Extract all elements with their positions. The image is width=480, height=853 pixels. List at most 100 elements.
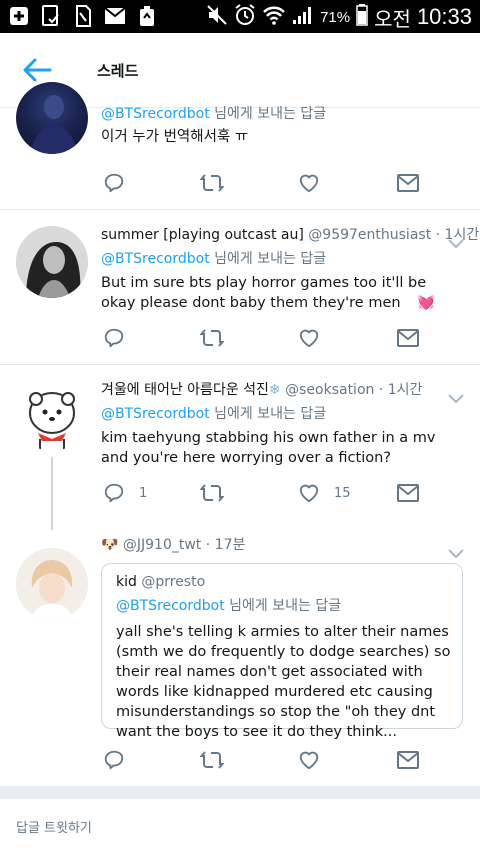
reply-mention[interactable]: @BTSrecordbot <box>101 106 210 122</box>
chevron-down-icon[interactable] <box>448 544 464 559</box>
reply-label: 님에게 보내는 답글 <box>209 251 327 267</box>
chevron-down-icon[interactable] <box>448 389 464 404</box>
like-button[interactable]: 15 <box>298 482 351 504</box>
mail-icon <box>397 174 419 192</box>
retweet-icon <box>200 174 224 192</box>
back-arrow-icon[interactable] <box>22 57 52 83</box>
tweet-item[interactable]: 겨울에 태어난 아름다운 석진❄ @seoksation · 1시간 @BTSr… <box>0 365 480 530</box>
reply-count: 1 <box>139 485 148 501</box>
display-name[interactable]: 겨울에 태어난 아름다운 석진 <box>101 382 269 398</box>
retweet-button[interactable] <box>200 749 224 771</box>
username[interactable]: @seoksation <box>285 382 374 398</box>
quote-reply-to-line: @BTSrecordbot 님에게 보내는 답글 <box>116 597 341 615</box>
section-divider <box>0 786 480 799</box>
retweet-button[interactable] <box>200 172 224 194</box>
tweet-author-line: summer [playing outcast au] @9597enthusi… <box>101 226 479 244</box>
avatar[interactable] <box>16 226 88 298</box>
quote-text: yall she's telling k armies to alter the… <box>116 624 451 740</box>
timestamp: · 1시간 <box>374 382 423 398</box>
share-button[interactable] <box>397 749 419 771</box>
heart-icon <box>299 174 319 193</box>
like-count: 15 <box>334 485 351 501</box>
heart-emoji: 💓 <box>417 295 436 311</box>
quote-author-line: kid @prresto <box>116 573 205 591</box>
heart-icon <box>299 329 319 348</box>
display-name[interactable]: summer [playing outcast au] <box>101 227 304 243</box>
chevron-down-icon[interactable] <box>448 234 464 249</box>
share-button[interactable] <box>397 327 419 349</box>
retweet-icon <box>200 751 224 769</box>
plus-box-icon <box>8 5 30 27</box>
reply-label: 님에게 보내는 답글 <box>209 106 327 122</box>
mail-icon <box>397 329 419 347</box>
reply-to-line: @BTSrecordbot 님에게 보내는 답글 <box>101 405 326 423</box>
retweet-icon <box>200 484 224 502</box>
tweet-item[interactable]: summer [playing outcast au] @9597enthusi… <box>0 210 480 365</box>
quote-display-name: kid <box>116 574 137 590</box>
reply-icon <box>104 328 124 348</box>
reply-icon <box>104 483 124 503</box>
share-button[interactable] <box>397 172 419 194</box>
status-ampm: 오전 <box>374 6 411 31</box>
reply-button[interactable] <box>103 327 125 349</box>
quote-reply-mention: @BTSrecordbot <box>116 598 225 614</box>
heart-icon <box>299 751 319 770</box>
tweet-actions <box>101 327 441 349</box>
username[interactable]: @JJ910_twt <box>123 537 201 553</box>
reply-compose-label: 답글 트윗하기 <box>16 821 92 836</box>
display-name[interactable]: 🐶 <box>101 537 118 553</box>
wifi-icon <box>262 5 286 29</box>
timestamp: · 17분 <box>201 537 246 553</box>
like-button[interactable] <box>298 172 320 194</box>
quote-reply-label: 님에게 보내는 답글 <box>224 598 342 614</box>
reply-icon <box>104 750 124 770</box>
signal-icon <box>292 5 314 29</box>
username[interactable]: @9597enthusiast <box>308 227 431 243</box>
reply-button[interactable] <box>103 749 125 771</box>
avatar[interactable] <box>16 379 88 451</box>
reply-compose-bar[interactable]: 답글 트윗하기 <box>0 799 480 853</box>
reply-button[interactable]: 1 <box>103 482 147 504</box>
tweet-text: 이거 누가 번역해서훅 ㅠ <box>101 129 249 145</box>
tweet-item[interactable]: @BTSrecordbot 님에게 보내는 답글 이거 누가 번역해서훅 ㅠ <box>0 82 480 210</box>
like-button[interactable] <box>298 749 320 771</box>
sim-card-icon <box>72 5 94 27</box>
quote-username: @prresto <box>141 574 206 590</box>
tweet-item[interactable]: 🐶 @JJ910_twt · 17분 kid @prresto @BTSreco… <box>0 530 480 786</box>
mute-icon <box>206 4 228 30</box>
alarm-icon <box>234 4 256 30</box>
reply-mention[interactable]: @BTSrecordbot <box>101 251 210 267</box>
retweet-icon <box>200 329 224 347</box>
avatar[interactable] <box>16 82 88 154</box>
battery-percent: 71% <box>320 8 351 26</box>
heart-icon <box>299 484 319 503</box>
avatar[interactable] <box>16 548 88 620</box>
retweet-button[interactable] <box>200 482 224 504</box>
mail-icon <box>397 484 419 502</box>
tweet-actions: 1 15 <box>101 482 441 504</box>
reply-to-line: @BTSrecordbot 님에게 보내는 답글 <box>101 105 326 123</box>
reply-icon <box>104 173 124 193</box>
page-title: 스레드 <box>97 62 139 80</box>
checklist-icon <box>40 5 62 27</box>
tweet-text-content: But im sure bts play horror games too it… <box>101 275 427 311</box>
tweet-author-line: 겨울에 태어난 아름다운 석진❄ @seoksation · 1시간 <box>101 381 422 399</box>
battery-icon <box>356 4 368 30</box>
cleaner-icon <box>136 5 158 27</box>
reply-to-line: @BTSrecordbot 님에게 보내는 답글 <box>101 250 326 268</box>
tweet-text: kim taehyung stabbing his own father in … <box>101 430 436 466</box>
reply-label: 님에게 보내는 답글 <box>209 406 327 422</box>
status-bar: 71% 오전 10:33 <box>0 0 480 33</box>
reply-button[interactable] <box>103 172 125 194</box>
mail-icon <box>397 751 419 769</box>
quoted-tweet[interactable]: kid @prresto @BTSrecordbot 님에게 보내는 답글 ya… <box>101 563 463 740</box>
like-button[interactable] <box>298 327 320 349</box>
status-time: 10:33 <box>416 4 472 29</box>
tweet-author-line: 🐶 @JJ910_twt · 17분 <box>101 536 245 554</box>
thread-connector <box>51 457 53 530</box>
tweet-actions <box>101 172 441 194</box>
share-button[interactable] <box>397 482 419 504</box>
retweet-button[interactable] <box>200 327 224 349</box>
reply-mention[interactable]: @BTSrecordbot <box>101 406 210 422</box>
snowflake-icon: ❄ <box>268 382 281 398</box>
